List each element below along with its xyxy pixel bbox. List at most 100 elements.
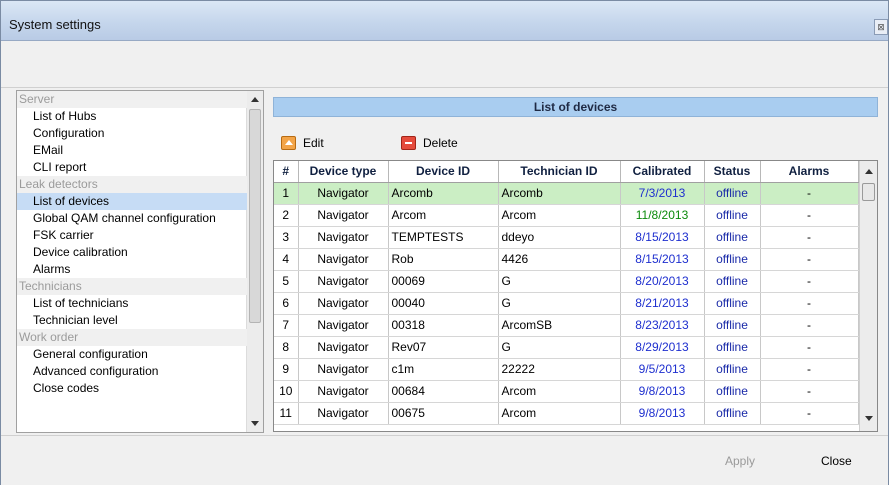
table-cell: 9/8/2013 <box>620 380 705 403</box>
tree-item[interactable]: Advanced configuration <box>17 363 247 380</box>
table-cell: offline <box>704 380 761 403</box>
table-cell: offline <box>704 292 761 315</box>
table-cell: Navigator <box>298 336 389 359</box>
tree-group-header[interactable]: Technicians <box>17 278 247 295</box>
table-cell: 8 <box>274 336 299 359</box>
close-button[interactable]: Close <box>821 454 852 468</box>
table-cell: - <box>760 336 859 359</box>
table-cell: Navigator <box>298 226 389 249</box>
table-cell: 9 <box>274 358 299 381</box>
table-cell: 8/29/2013 <box>620 336 705 359</box>
table-cell: - <box>760 380 859 403</box>
table-cell: Arcom <box>498 402 621 425</box>
scroll-thumb[interactable] <box>862 183 875 201</box>
close-icon[interactable]: ⊠ <box>874 19 888 35</box>
tree-scrollbar[interactable] <box>246 91 263 432</box>
table-row[interactable]: 9 Navigator c1m 22222 9/5/2013 offline - <box>274 358 859 381</box>
table-cell: G <box>498 336 621 359</box>
tree-item[interactable]: Alarms <box>17 261 247 278</box>
tree-item[interactable]: Global QAM channel configuration <box>17 210 247 227</box>
footer-bar: Apply Close <box>1 435 888 485</box>
table-cell: - <box>760 314 859 337</box>
column-header[interactable]: Status <box>704 161 761 183</box>
scroll-down-icon[interactable] <box>865 416 873 421</box>
tree-group-header[interactable]: Leak detectors <box>17 176 247 193</box>
column-header[interactable]: Alarms <box>760 161 859 183</box>
tree-item[interactable]: EMail <box>17 142 247 159</box>
table-cell: 10 <box>274 380 299 403</box>
table-cell: offline <box>704 226 761 249</box>
tree-item[interactable]: General configuration <box>17 346 247 363</box>
edit-button[interactable]: Edit <box>281 134 324 152</box>
table-cell: 8/21/2013 <box>620 292 705 315</box>
table-cell: Navigator <box>298 248 389 271</box>
devices-grid: # Device type Device ID Technician ID Calibr… <box>273 160 878 432</box>
edit-label: Edit <box>303 136 324 150</box>
table-row[interactable]: 6 Navigator 00040 G 8/21/2013 offline - <box>274 292 859 315</box>
table-row[interactable]: 1 Navigator Arcomb Arcomb 7/3/2013 offline - <box>274 182 859 205</box>
table-cell: 4 <box>274 248 299 271</box>
table-row[interactable]: 10 Navigator 00684 Arcom 9/8/2013 offline - <box>274 380 859 403</box>
tree-item[interactable]: FSK carrier <box>17 227 247 244</box>
table-cell: 00040 <box>388 292 499 315</box>
table-row[interactable]: 7 Navigator 00318 ArcomSB 8/23/2013 offline - <box>274 314 859 337</box>
scroll-up-icon[interactable] <box>251 97 259 102</box>
tree-group-header[interactable]: Server <box>17 91 247 108</box>
table-row[interactable]: 3 Navigator TEMPTESTS ddeyo 8/15/2013 offline… <box>274 226 859 249</box>
table-row[interactable]: 2 Navigator Arcom Arcom 11/8/2013 offline - <box>274 204 859 227</box>
table-cell: Rob <box>388 248 499 271</box>
table-row[interactable]: 5 Navigator 00069 G 8/20/2013 offline - <box>274 270 859 293</box>
table-cell: Navigator <box>298 402 389 425</box>
table-cell: Navigator <box>298 314 389 337</box>
delete-icon <box>401 136 416 150</box>
apply-button[interactable]: Apply <box>725 454 755 468</box>
table-cell: Navigator <box>298 380 389 403</box>
column-header[interactable]: Device type <box>298 161 389 183</box>
table-cell: - <box>760 182 859 205</box>
table-cell: - <box>760 402 859 425</box>
tree-item[interactable]: List of technicians <box>17 295 247 312</box>
table-cell: Arcom <box>388 204 499 227</box>
table-row[interactable]: 4 Navigator Rob 4426 8/15/2013 offline - <box>274 248 859 271</box>
table-cell: TEMPTESTS <box>388 226 499 249</box>
table-row[interactable]: 8 Navigator Rev07 G 8/29/2013 offline - <box>274 336 859 359</box>
table-cell: - <box>760 292 859 315</box>
table-cell: 3 <box>274 226 299 249</box>
tree-item[interactable]: CLI report <box>17 159 247 176</box>
table-cell: 4426 <box>498 248 621 271</box>
table-cell: 6 <box>274 292 299 315</box>
table-cell: - <box>760 204 859 227</box>
table-cell: Arcom <box>498 380 621 403</box>
table-cell: offline <box>704 314 761 337</box>
delete-button[interactable]: Delete <box>401 134 458 152</box>
table-cell: 9/5/2013 <box>620 358 705 381</box>
scroll-down-icon[interactable] <box>251 421 259 426</box>
list-header: List of devices <box>273 97 878 117</box>
table-row[interactable]: 11 Navigator 00675 Arcom 9/8/2013 offline - <box>274 402 859 425</box>
edit-icon <box>281 136 296 150</box>
table-cell: 8/23/2013 <box>620 314 705 337</box>
title-bar: System settings ⊠ <box>1 1 888 41</box>
table-cell: Arcomb <box>388 182 499 205</box>
column-header[interactable]: Calibrated <box>620 161 705 183</box>
tree-item[interactable]: Technician level <box>17 312 247 329</box>
table-cell: 7 <box>274 314 299 337</box>
table-cell: - <box>760 270 859 293</box>
table-cell: 00675 <box>388 402 499 425</box>
grid-scrollbar[interactable] <box>859 161 877 431</box>
tree-item[interactable]: Device calibration <box>17 244 247 261</box>
tree-item[interactable]: Configuration <box>17 125 247 142</box>
tree-item[interactable]: List of Hubs <box>17 108 247 125</box>
column-header[interactable]: Device ID <box>388 161 499 183</box>
scroll-thumb[interactable] <box>249 109 261 323</box>
table-cell: Navigator <box>298 204 389 227</box>
table-cell: 1 <box>274 182 299 205</box>
scroll-up-icon[interactable] <box>865 169 873 174</box>
tree-item[interactable]: List of devices <box>17 193 247 210</box>
devices-table: # Device type Device ID Technician ID Calibr… <box>274 161 859 425</box>
table-cell: 00684 <box>388 380 499 403</box>
tree-item[interactable]: Close codes <box>17 380 247 397</box>
column-header[interactable]: # <box>274 161 299 183</box>
tree-group-header[interactable]: Work order <box>17 329 247 346</box>
column-header[interactable]: Technician ID <box>498 161 621 183</box>
